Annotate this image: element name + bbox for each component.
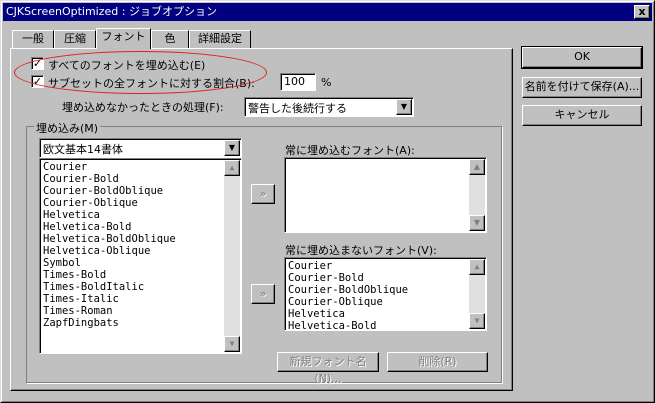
scroll-up-icon[interactable]: ▲ xyxy=(469,159,485,175)
tab-fonts[interactable]: フォント xyxy=(96,28,151,49)
font-source-value: 欧文基本14書体 xyxy=(43,143,123,156)
check-icon: ✓ xyxy=(32,75,43,88)
list-item[interactable]: Helvetica-BoldOblique xyxy=(43,233,238,245)
delete-label: 削除(R) xyxy=(418,355,457,368)
scroll-up-icon[interactable]: ▲ xyxy=(224,160,240,176)
delete-button[interactable]: 削除(R) xyxy=(387,352,488,372)
list-item[interactable]: Courier-Bold xyxy=(288,272,483,284)
ok-button[interactable]: OK xyxy=(521,46,643,69)
embed-all-checkbox[interactable]: ✓ xyxy=(31,57,44,70)
list-item[interactable]: Courier-BoldOblique xyxy=(43,185,238,197)
scroll-up-icon[interactable]: ▲ xyxy=(469,259,485,275)
save-as-label: 名前を付けて保存(A)... xyxy=(524,80,640,93)
list-item[interactable]: Helvetica-Bold xyxy=(43,221,238,233)
close-button[interactable]: x xyxy=(634,5,650,19)
list-item[interactable]: Courier-Oblique xyxy=(288,296,483,308)
add-always-embed-button[interactable]: » xyxy=(251,184,275,204)
available-fonts-list[interactable]: Courier Courier-Bold Courier-BoldOblique Co… xyxy=(39,158,242,354)
percent-sign: % xyxy=(321,76,332,89)
cancel-button[interactable]: キャンセル xyxy=(522,105,642,126)
scroll-down-icon[interactable]: ▼ xyxy=(469,215,485,231)
font-source-select[interactable]: 欧文基本14書体 ▼ xyxy=(39,138,242,158)
list-item[interactable]: Helvetica-Bold xyxy=(288,320,483,332)
add-never-embed-button[interactable]: » xyxy=(251,284,275,304)
list-item[interactable]: Times-Bold xyxy=(43,269,238,281)
tab-label: 一般 xyxy=(22,32,44,45)
embed-group-label: 埋め込み(M) xyxy=(34,120,101,136)
list-item[interactable]: Times-BoldItalic xyxy=(43,281,238,293)
scroll-down-icon[interactable]: ▼ xyxy=(224,336,240,352)
move-right-icon: » xyxy=(259,187,267,200)
ok-label: OK xyxy=(574,50,590,63)
tab-general[interactable]: 一般 xyxy=(12,30,54,48)
tab-label: フォント xyxy=(101,30,146,43)
list-item[interactable]: Helvetica-Oblique xyxy=(43,245,238,257)
subset-percent-input[interactable]: 100 xyxy=(280,73,316,91)
job-options-dialog: CJKScreenOptimized : ジョブオプション x 一般 圧縮 フォ… xyxy=(0,0,655,403)
available-fonts: Courier Courier-Bold Courier-BoldOblique Co… xyxy=(43,161,238,329)
chevron-down-icon[interactable]: ▼ xyxy=(396,99,412,115)
always-embed-label: 常に埋め込むフォント(A): xyxy=(285,144,415,157)
always-embed-scrollbar[interactable]: ▲ ▼ xyxy=(469,159,485,231)
never-embed-label: 常に埋め込まないフォント(V): xyxy=(285,244,437,257)
subset-checkbox[interactable]: ✓ xyxy=(31,75,44,88)
list-item[interactable]: Courier-Oblique xyxy=(43,197,238,209)
subset-label: サブセットの全フォントに対する割合(B): xyxy=(48,77,255,90)
fail-action-select[interactable]: 警告した後続行する ▼ xyxy=(244,97,414,117)
move-right-icon: » xyxy=(259,287,267,300)
window-title: CJKScreenOptimized : ジョブオプション xyxy=(6,5,217,18)
tab-label: 圧縮 xyxy=(64,32,86,45)
list-item[interactable]: Helvetica xyxy=(43,209,238,221)
chevron-down-icon[interactable]: ▼ xyxy=(224,140,240,156)
tab-compression[interactable]: 圧縮 xyxy=(54,30,96,48)
cancel-label: キャンセル xyxy=(554,108,610,121)
tab-label: 詳細設定 xyxy=(198,32,242,45)
list-item[interactable]: Times-Italic xyxy=(43,293,238,305)
never-embed-fonts: Courier Courier-Bold Courier-BoldOblique Co… xyxy=(288,260,483,332)
tab-advanced[interactable]: 詳細設定 xyxy=(189,30,251,48)
list-item[interactable]: Helvetica xyxy=(288,308,483,320)
always-embed-list[interactable]: ▲ ▼ xyxy=(284,157,487,233)
title-bar: CJKScreenOptimized : ジョブオプション x xyxy=(3,3,652,21)
list-item[interactable]: Courier-Bold xyxy=(43,173,238,185)
list-item[interactable]: Symbol xyxy=(43,257,238,269)
list-item[interactable]: Times-Roman xyxy=(43,305,238,317)
list-item[interactable]: Courier xyxy=(288,260,483,272)
fail-action-value: 警告した後続行する xyxy=(248,102,347,115)
check-icon: ✓ xyxy=(32,57,43,70)
scroll-down-icon[interactable]: ▼ xyxy=(469,313,485,329)
list-item[interactable]: Courier xyxy=(43,161,238,173)
tab-label: 色 xyxy=(164,32,176,45)
tab-color[interactable]: 色 xyxy=(151,30,189,48)
new-font-name-button[interactable]: 新規フォント名(N)... xyxy=(277,352,379,385)
never-embed-list[interactable]: Courier Courier-Bold Courier-BoldOblique Co… xyxy=(284,257,487,332)
save-as-button[interactable]: 名前を付けて保存(A)... xyxy=(522,77,642,98)
subset-percent-value: 100 xyxy=(284,75,305,88)
close-icon: x xyxy=(638,5,646,18)
list-item[interactable]: Courier-BoldOblique xyxy=(288,284,483,296)
available-fonts-scrollbar[interactable]: ▲ ▼ xyxy=(224,160,240,352)
never-embed-scrollbar[interactable]: ▲ ▼ xyxy=(469,259,485,329)
fail-action-label: 埋め込めなかったときの処理(F): xyxy=(62,101,224,114)
list-item[interactable]: ZapfDingbats xyxy=(43,317,238,329)
embed-all-label: すべてのフォントを埋め込む(E) xyxy=(48,59,206,72)
